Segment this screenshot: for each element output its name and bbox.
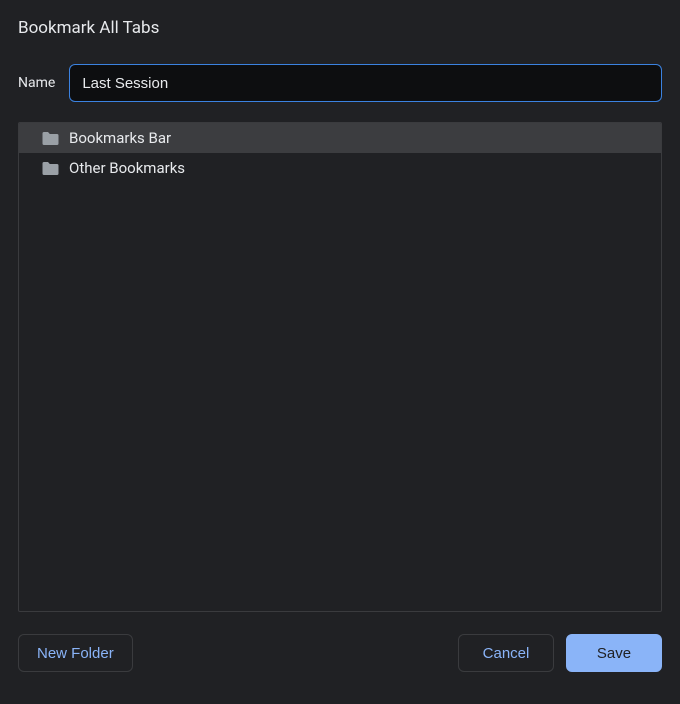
save-button[interactable]: Save [566,634,662,672]
button-row: New Folder Cancel Save [18,634,662,672]
tree-item-other-bookmarks[interactable]: Other Bookmarks [19,153,661,183]
cancel-button[interactable]: Cancel [458,634,554,672]
button-row-right: Cancel Save [458,634,662,672]
name-input[interactable] [69,64,662,102]
dialog-title: Bookmark All Tabs [18,18,662,38]
folder-tree[interactable]: Bookmarks Bar Other Bookmarks [18,122,662,612]
folder-icon [41,131,59,146]
bookmark-all-tabs-dialog: Bookmark All Tabs Name Bookmarks Bar Oth… [0,0,680,690]
tree-item-label: Bookmarks Bar [69,129,171,147]
folder-icon [41,161,59,176]
tree-item-bookmarks-bar[interactable]: Bookmarks Bar [19,123,661,153]
name-label: Name [18,75,55,91]
tree-item-label: Other Bookmarks [69,159,185,177]
name-row: Name [18,64,662,102]
new-folder-button[interactable]: New Folder [18,634,133,672]
